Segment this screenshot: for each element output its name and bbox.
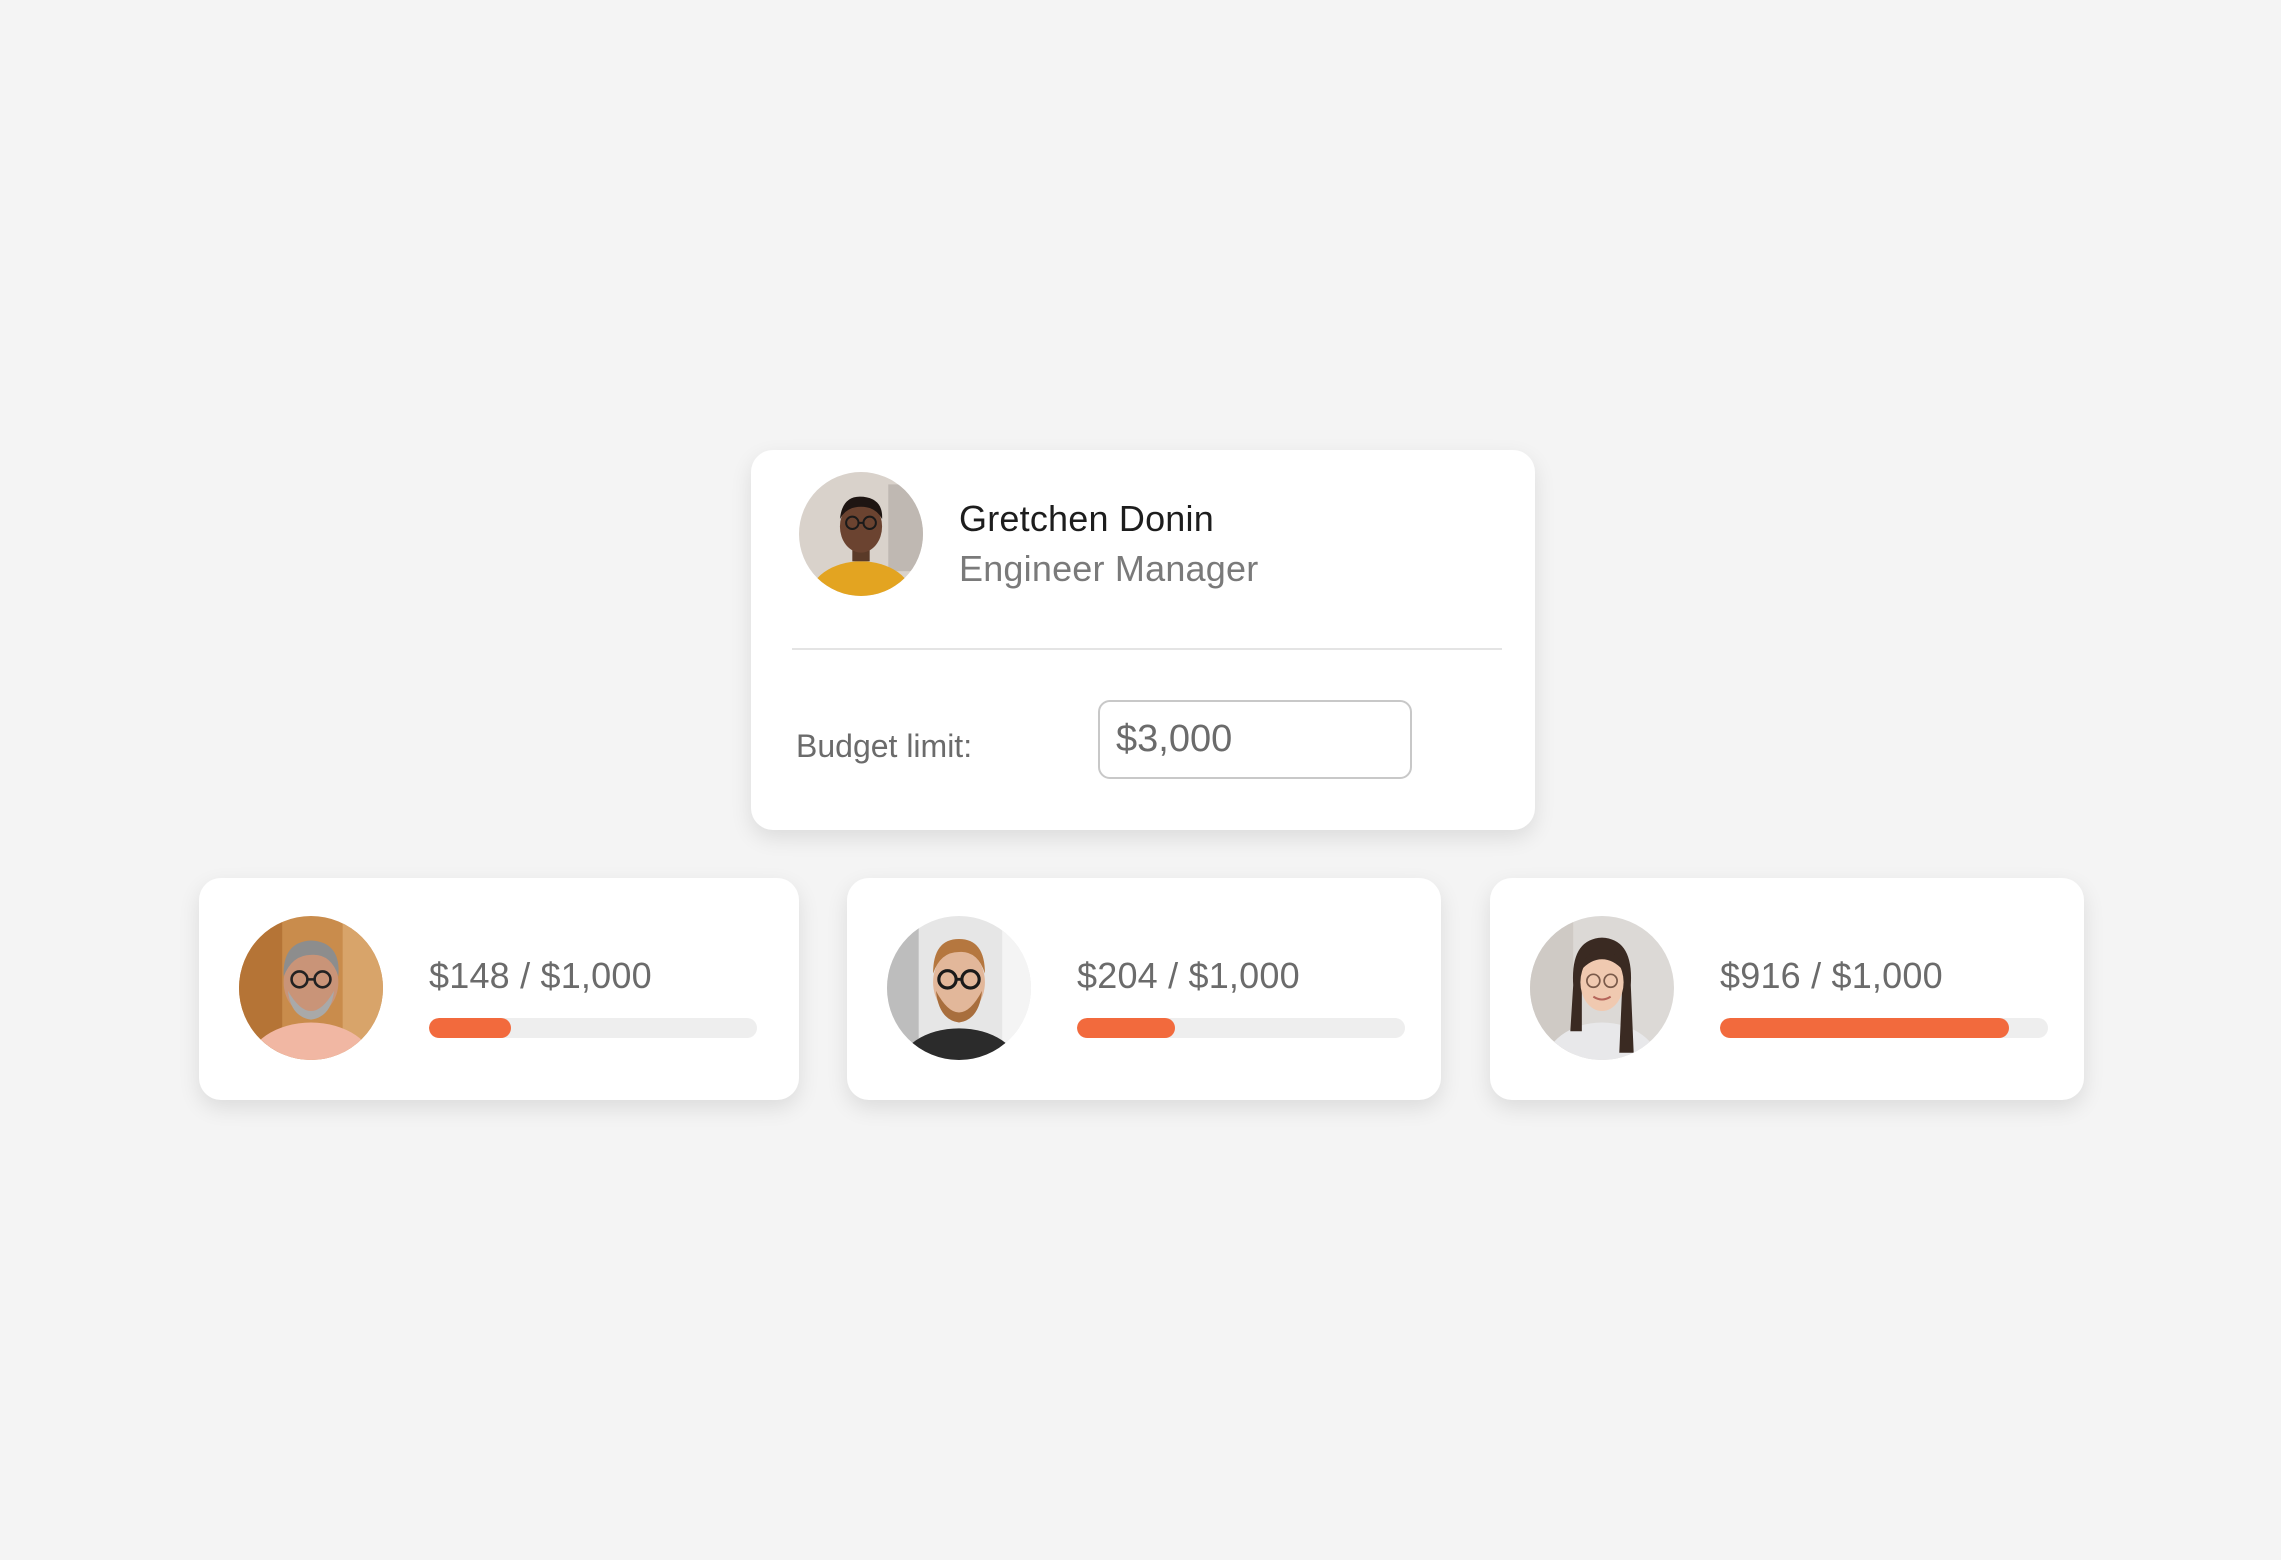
person-photo-icon [799, 472, 923, 596]
member-card: $204 / $1,000 [847, 878, 1441, 1100]
budget-progress-bar [429, 1018, 757, 1038]
budget-limit-label: Budget limit: [796, 728, 973, 764]
person-photo-icon [887, 916, 1031, 1060]
manager-name: Gretchen Donin [959, 498, 1214, 539]
person-photo-icon [239, 916, 383, 1060]
person-photo-icon [1530, 916, 1674, 1060]
budget-limit-input[interactable] [1098, 700, 1412, 779]
budget-progress-bar [1077, 1018, 1405, 1038]
divider [792, 648, 1502, 650]
member-card: $916 / $1,000 [1490, 878, 2084, 1100]
member-avatar [887, 916, 1031, 1060]
manager-role: Engineer Manager [959, 548, 1259, 589]
member-avatar [1530, 916, 1674, 1060]
member-avatar [239, 916, 383, 1060]
member-spent-amount: $204 / $1,000 [1077, 955, 1300, 996]
member-card: $148 / $1,000 [199, 878, 799, 1100]
budget-progress-bar [1720, 1018, 2048, 1038]
member-spent-amount: $148 / $1,000 [429, 955, 652, 996]
manager-avatar [799, 472, 923, 596]
budget-progress-fill [1077, 1018, 1176, 1038]
budget-progress-fill [429, 1018, 511, 1038]
budget-progress-fill [1720, 1018, 2009, 1038]
member-spent-amount: $916 / $1,000 [1720, 955, 1943, 996]
manager-card: Gretchen Donin Engineer Manager Budget l… [751, 450, 1535, 830]
